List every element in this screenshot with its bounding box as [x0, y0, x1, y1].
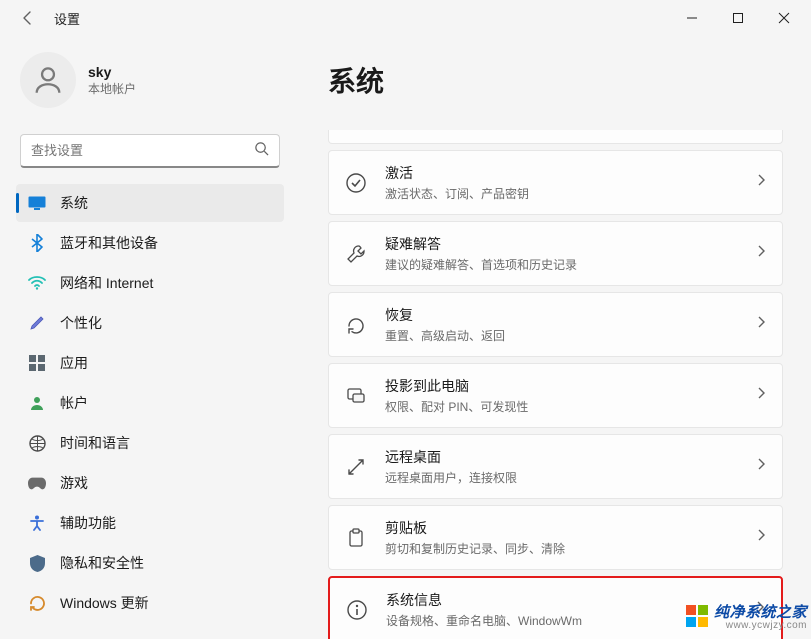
nav-list: 系统 蓝牙和其他设备 网络和 Internet 个性化 应用 — [16, 184, 284, 622]
chevron-right-icon — [756, 244, 766, 263]
sidebar-item-label: 个性化 — [60, 313, 102, 333]
sidebar-item-label: 游戏 — [60, 473, 88, 493]
card-title: 剪贴板 — [385, 518, 738, 538]
windows-logo-icon — [686, 605, 708, 627]
sidebar-item-label: 辅助功能 — [60, 513, 116, 533]
clock-globe-icon — [28, 434, 46, 452]
card-subtitle: 设备规格、重命名电脑、Windo‍wWm — [386, 612, 737, 629]
card-subtitle: 剪切和复制历史记录、同步、清除 — [385, 540, 738, 557]
card-title: 恢复 — [385, 305, 738, 325]
sidebar-item-label: 时间和语言 — [60, 433, 130, 453]
sidebar-item-gaming[interactable]: 游戏 — [16, 464, 284, 502]
card-title: 系统信息 — [386, 590, 737, 610]
display-icon — [28, 194, 46, 212]
card-troubleshoot[interactable]: 疑难解答 建议的疑难解答、首选项和历史记录 — [328, 221, 783, 286]
bluetooth-icon — [28, 234, 46, 252]
card-partial-top — [328, 130, 783, 144]
card-clipboard[interactable]: 剪贴板 剪切和复制历史记录、同步、清除 — [328, 505, 783, 570]
sidebar-item-label: 网络和 Internet — [60, 273, 153, 293]
watermark-url: www.ycwjzy.com — [714, 620, 807, 631]
card-project[interactable]: 投影到此电脑 权限、配对 PIN、可发现性 — [328, 363, 783, 428]
recovery-icon — [345, 314, 367, 336]
page-title: 系统 — [328, 60, 783, 100]
sidebar-item-label: 系统 — [60, 193, 88, 213]
close-button[interactable] — [761, 0, 807, 36]
brush-icon — [28, 314, 46, 332]
wrench-icon — [345, 243, 367, 265]
window-title: 设置 — [54, 9, 80, 28]
chevron-right-icon — [756, 457, 766, 476]
user-name: sky — [88, 64, 136, 80]
user-block[interactable]: sky 本地帐户 — [16, 44, 284, 124]
search-input[interactable] — [31, 143, 254, 158]
chevron-right-icon — [756, 173, 766, 192]
main-content: 系统 激活 激活状态、订阅、产品密钥 疑难解答 建议的疑难解答、首选项和历史记录 — [300, 36, 811, 639]
chevron-right-icon — [756, 386, 766, 405]
card-title: 疑难解答 — [385, 234, 738, 254]
sidebar-item-apps[interactable]: 应用 — [16, 344, 284, 382]
avatar — [20, 52, 76, 108]
card-remote[interactable]: 远程桌面 远程桌面用户，连接权限 — [328, 434, 783, 499]
sidebar-item-personalization[interactable]: 个性化 — [16, 304, 284, 342]
chevron-right-icon — [756, 315, 766, 334]
clipboard-icon — [345, 527, 367, 549]
card-subtitle: 激活状态、订阅、产品密钥 — [385, 185, 738, 202]
card-title: 远程桌面 — [385, 447, 738, 467]
sidebar-item-system[interactable]: 系统 — [16, 184, 284, 222]
sidebar-item-label: 蓝牙和其他设备 — [60, 233, 158, 253]
sidebar-item-label: Windows 更新 — [60, 593, 149, 613]
arrow-left-icon — [20, 10, 36, 26]
minimize-button[interactable] — [669, 0, 715, 36]
maximize-icon — [732, 12, 744, 24]
wifi-icon — [28, 274, 46, 292]
card-title: 投影到此电脑 — [385, 376, 738, 396]
card-subtitle: 远程桌面用户，连接权限 — [385, 469, 738, 486]
minimize-icon — [686, 12, 698, 24]
sidebar-item-network[interactable]: 网络和 Internet — [16, 264, 284, 302]
card-subtitle: 建议的疑难解答、首选项和历史记录 — [385, 256, 738, 273]
close-icon — [778, 12, 790, 24]
project-icon — [345, 385, 367, 407]
sidebar-item-accessibility[interactable]: 辅助功能 — [16, 504, 284, 542]
gamepad-icon — [28, 474, 46, 492]
apps-icon — [28, 354, 46, 372]
card-recovery[interactable]: 恢复 重置、高级启动、返回 — [328, 292, 783, 357]
sidebar-item-label: 应用 — [60, 353, 88, 373]
titlebar: 设置 — [0, 0, 811, 36]
accessibility-icon — [28, 514, 46, 532]
remote-icon — [345, 456, 367, 478]
sidebar-item-update[interactable]: Windows 更新 — [16, 584, 284, 622]
watermark: 纯净系统之家 www.ycwjzy.com — [686, 601, 807, 631]
search-box[interactable] — [20, 134, 280, 168]
sidebar-item-label: 帐户 — [60, 393, 88, 413]
maximize-button[interactable] — [715, 0, 761, 36]
sidebar-item-time[interactable]: 时间和语言 — [16, 424, 284, 462]
card-title: 激活 — [385, 163, 738, 183]
sidebar-item-privacy[interactable]: 隐私和安全性 — [16, 544, 284, 582]
sidebar-item-label: 隐私和安全性 — [60, 553, 144, 573]
user-subtitle: 本地帐户 — [88, 80, 136, 97]
sidebar: sky 本地帐户 系统 蓝牙和其他设备 — [0, 36, 300, 639]
chevron-right-icon — [756, 528, 766, 547]
card-activation[interactable]: 激活 激活状态、订阅、产品密钥 — [328, 150, 783, 215]
update-icon — [28, 594, 46, 612]
card-subtitle: 重置、高级启动、返回 — [385, 327, 738, 344]
back-button[interactable] — [12, 2, 44, 34]
settings-list: 激活 激活状态、订阅、产品密钥 疑难解答 建议的疑难解答、首选项和历史记录 — [328, 130, 783, 639]
search-icon — [254, 141, 269, 161]
check-circle-icon — [345, 172, 367, 194]
info-icon — [346, 599, 368, 621]
sidebar-item-bluetooth[interactable]: 蓝牙和其他设备 — [16, 224, 284, 262]
watermark-text: 纯净系统之家 — [714, 604, 807, 621]
person-icon — [31, 63, 65, 97]
person-icon — [28, 394, 46, 412]
sidebar-item-accounts[interactable]: 帐户 — [16, 384, 284, 422]
card-subtitle: 权限、配对 PIN、可发现性 — [385, 398, 738, 415]
shield-icon — [28, 554, 46, 572]
